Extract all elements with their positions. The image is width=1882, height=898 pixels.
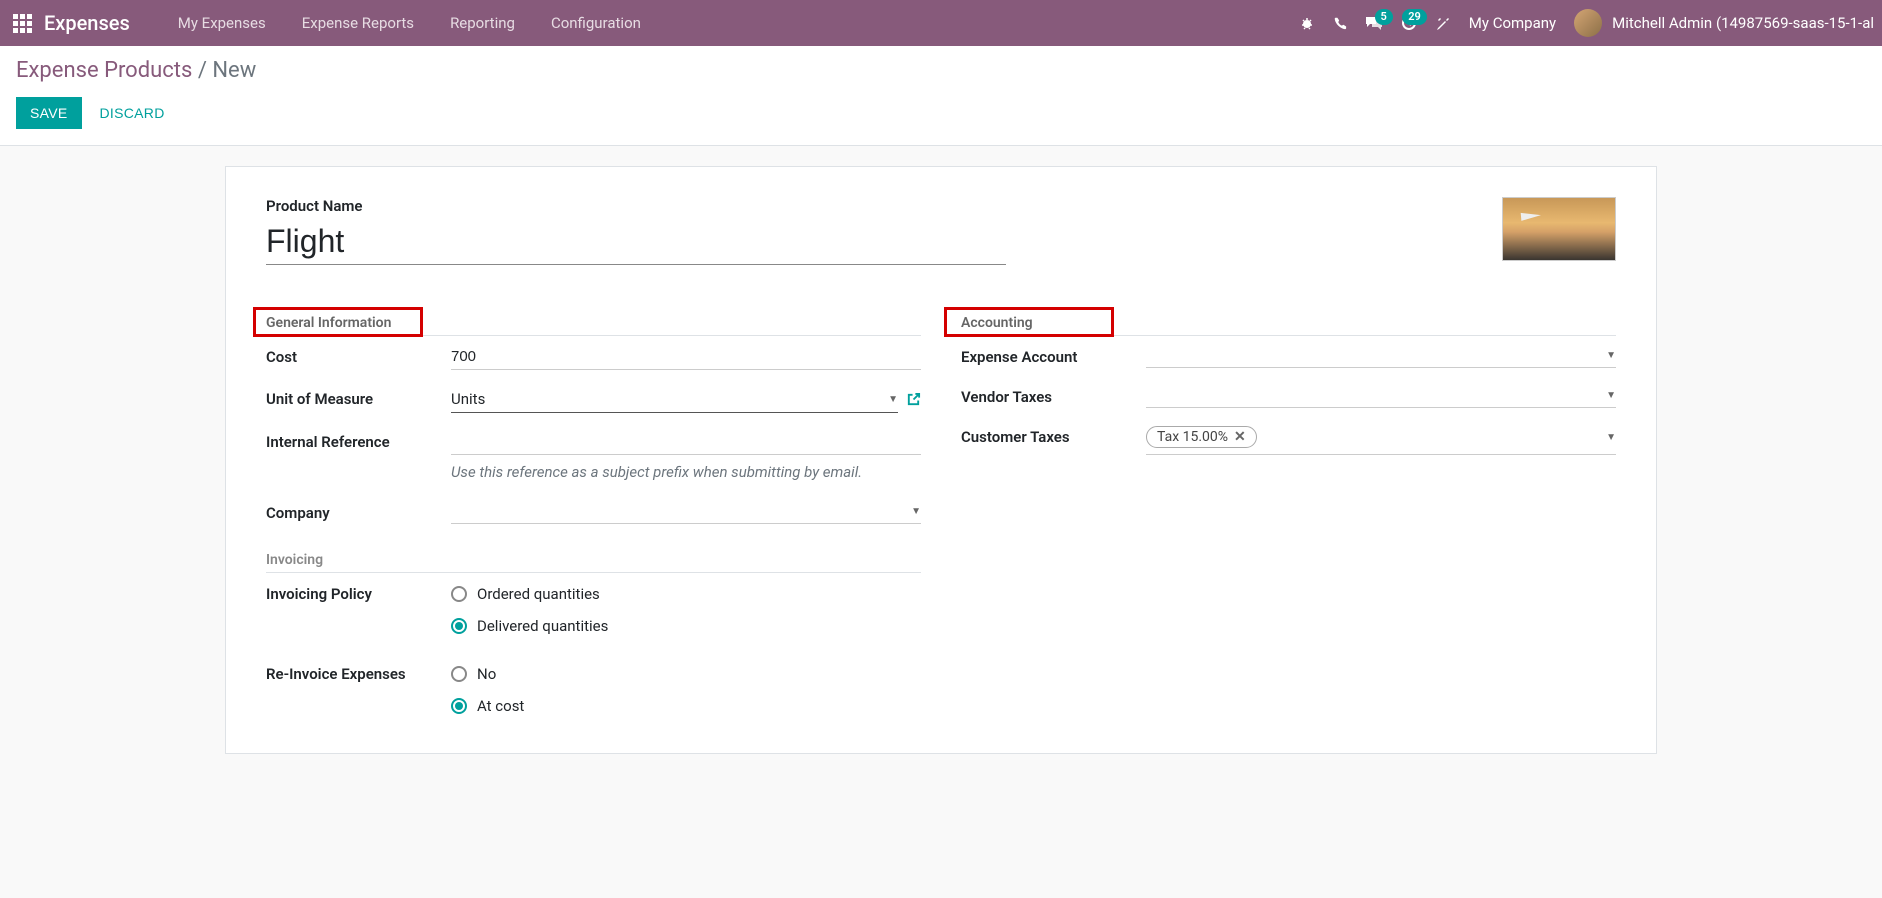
breadcrumb-parent[interactable]: Expense Products	[16, 58, 192, 83]
customer-taxes-field[interactable]: Tax 15.00% ✕ ▼	[1146, 424, 1616, 455]
user-menu[interactable]: Mitchell Admin (14987569-saas-15-1-al	[1574, 9, 1874, 37]
tax-tag: Tax 15.00% ✕	[1146, 426, 1257, 448]
nav-configuration[interactable]: Configuration	[533, 0, 659, 46]
nav-expense-reports[interactable]: Expense Reports	[284, 0, 432, 46]
external-link-icon[interactable]	[906, 392, 921, 407]
app-title[interactable]: Expenses	[44, 11, 130, 35]
customer-taxes-label: Customer Taxes	[961, 424, 1146, 446]
product-name-input[interactable]	[266, 219, 1006, 265]
messages-badge: 5	[1375, 9, 1393, 25]
section-general-information: General Information	[266, 315, 921, 336]
save-button[interactable]: SAVE	[16, 97, 82, 129]
tag-remove-icon[interactable]: ✕	[1234, 429, 1246, 445]
section-invoicing: Invoicing	[266, 552, 921, 573]
breadcrumb: Expense Products / New	[16, 58, 1866, 83]
radio-ordered-quantities[interactable]: Ordered quantities	[451, 585, 921, 603]
topbar-right: 5 29 My Company Mitchell Admin (14987569…	[1299, 9, 1874, 37]
phone-icon[interactable]	[1333, 16, 1347, 30]
vendor-taxes-select[interactable]: ▼	[1146, 384, 1616, 408]
chevron-down-icon: ▼	[911, 506, 921, 517]
radio-icon	[451, 586, 467, 602]
user-name: Mitchell Admin (14987569-saas-15-1-al	[1612, 14, 1874, 32]
cost-input[interactable]	[451, 344, 921, 370]
company-label: Company	[266, 500, 451, 522]
vendor-taxes-label: Vendor Taxes	[961, 384, 1146, 406]
internal-ref-help: Use this reference as a subject prefix w…	[451, 461, 921, 484]
avatar	[1574, 9, 1602, 37]
chevron-down-icon: ▼	[1606, 390, 1616, 401]
radio-icon	[451, 618, 467, 634]
company-selector[interactable]: My Company	[1469, 14, 1556, 32]
internal-ref-label: Internal Reference	[266, 429, 451, 451]
invoicing-policy-label: Invoicing Policy	[266, 581, 451, 603]
activities-icon[interactable]: 29	[1401, 15, 1417, 31]
bug-icon[interactable]	[1299, 15, 1315, 31]
reinvoice-label: Re-Invoice Expenses	[266, 661, 451, 683]
apps-icon[interactable]	[8, 9, 36, 37]
radio-reinvoice-atcost[interactable]: At cost	[451, 697, 921, 715]
action-buttons: SAVE DISCARD	[16, 97, 1866, 129]
nav-my-expenses[interactable]: My Expenses	[160, 0, 284, 46]
radio-icon	[451, 666, 467, 682]
chevron-down-icon: ▼	[888, 394, 898, 405]
radio-delivered-quantities[interactable]: Delivered quantities	[451, 617, 921, 635]
product-name-label: Product Name	[266, 197, 1006, 215]
uom-select[interactable]: Units ▼	[451, 386, 898, 413]
uom-label: Unit of Measure	[266, 386, 451, 408]
radio-reinvoice-no[interactable]: No	[451, 665, 921, 683]
nav-reporting[interactable]: Reporting	[432, 0, 533, 46]
cost-label: Cost	[266, 344, 451, 366]
tools-icon[interactable]	[1435, 15, 1451, 31]
chevron-down-icon: ▼	[1606, 432, 1616, 443]
internal-ref-input[interactable]	[451, 429, 921, 455]
messages-icon[interactable]: 5	[1365, 15, 1383, 31]
activities-badge: 29	[1402, 9, 1427, 25]
product-image[interactable]	[1502, 197, 1616, 261]
breadcrumb-current: New	[212, 58, 256, 83]
nav-menu: My Expenses Expense Reports Reporting Co…	[160, 0, 659, 46]
expense-account-label: Expense Account	[961, 344, 1146, 366]
breadcrumb-bar: Expense Products / New SAVE DISCARD	[0, 46, 1882, 146]
section-accounting: Accounting	[961, 315, 1616, 336]
topbar: Expenses My Expenses Expense Reports Rep…	[0, 0, 1882, 46]
radio-icon	[451, 698, 467, 714]
expense-account-select[interactable]: ▼	[1146, 344, 1616, 368]
discard-button[interactable]: DISCARD	[86, 97, 179, 129]
form-sheet: Product Name General Information Cost	[225, 166, 1657, 754]
company-select[interactable]: ▼	[451, 500, 921, 524]
chevron-down-icon: ▼	[1606, 350, 1616, 361]
